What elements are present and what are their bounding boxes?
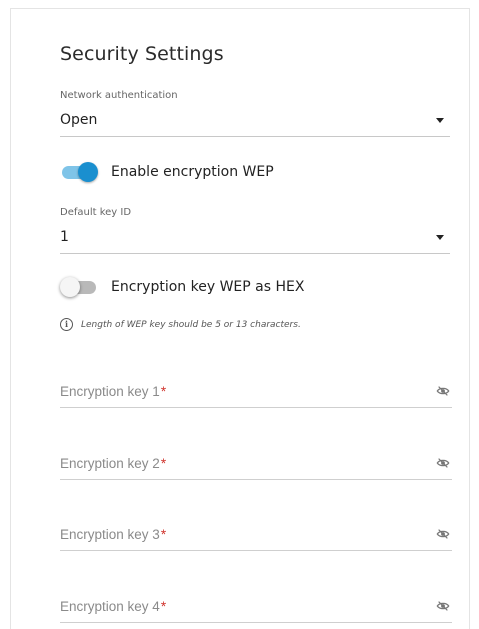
encryption-key-1-placeholder: Encryption key 1* — [60, 384, 166, 399]
security-settings-page: Security Settings Network authentication… — [0, 0, 479, 629]
required-mark: * — [160, 384, 167, 399]
encryption-key-4-field[interactable]: Encryption key 4* — [60, 595, 452, 623]
toggle-knob — [78, 162, 98, 182]
hint-text: Length of WEP key should be 5 or 13 char… — [81, 319, 301, 330]
required-mark: * — [160, 527, 167, 542]
default-key-id-value: 1 — [60, 229, 69, 245]
default-key-id-select[interactable]: Default key ID 1 — [60, 207, 450, 254]
placeholder-text: Encryption key 2 — [60, 456, 160, 471]
chevron-down-icon — [436, 235, 444, 240]
enable-encryption-wep-toggle[interactable]: Enable encryption WEP — [60, 160, 274, 184]
toggle-knob — [60, 277, 80, 297]
eye-off-icon[interactable] — [436, 456, 450, 470]
info-icon: i — [60, 318, 73, 331]
placeholder-text: Encryption key 1 — [60, 384, 160, 399]
toggle-switch-off[interactable] — [60, 277, 98, 297]
eye-off-icon[interactable] — [436, 384, 450, 398]
encryption-key-2-placeholder: Encryption key 2* — [60, 456, 166, 471]
wep-as-hex-toggle[interactable]: Encryption key WEP as HEX — [60, 275, 304, 299]
placeholder-text: Encryption key 4 — [60, 599, 160, 614]
encryption-key-3-placeholder: Encryption key 3* — [60, 527, 166, 542]
enable-encryption-wep-label: Enable encryption WEP — [111, 164, 274, 180]
eye-off-icon[interactable] — [436, 527, 450, 541]
wep-key-length-hint: i Length of WEP key should be 5 or 13 ch… — [60, 318, 301, 331]
network-authentication-label: Network authentication — [60, 90, 178, 101]
wep-as-hex-label: Encryption key WEP as HEX — [111, 279, 305, 295]
default-key-id-label: Default key ID — [60, 207, 132, 218]
encryption-key-3-field[interactable]: Encryption key 3* — [60, 523, 452, 551]
section-title: Security Settings — [60, 43, 224, 65]
encryption-key-2-field[interactable]: Encryption key 2* — [60, 452, 452, 480]
encryption-key-4-placeholder: Encryption key 4* — [60, 599, 166, 614]
chevron-down-icon — [436, 118, 444, 123]
network-authentication-select[interactable]: Network authentication Open — [60, 90, 450, 137]
network-authentication-value: Open — [60, 112, 98, 128]
toggle-switch-on[interactable] — [60, 162, 98, 182]
placeholder-text: Encryption key 3 — [60, 527, 160, 542]
required-mark: * — [160, 456, 167, 471]
required-mark: * — [160, 599, 167, 614]
eye-off-icon[interactable] — [436, 599, 450, 613]
encryption-key-1-field[interactable]: Encryption key 1* — [60, 380, 452, 408]
